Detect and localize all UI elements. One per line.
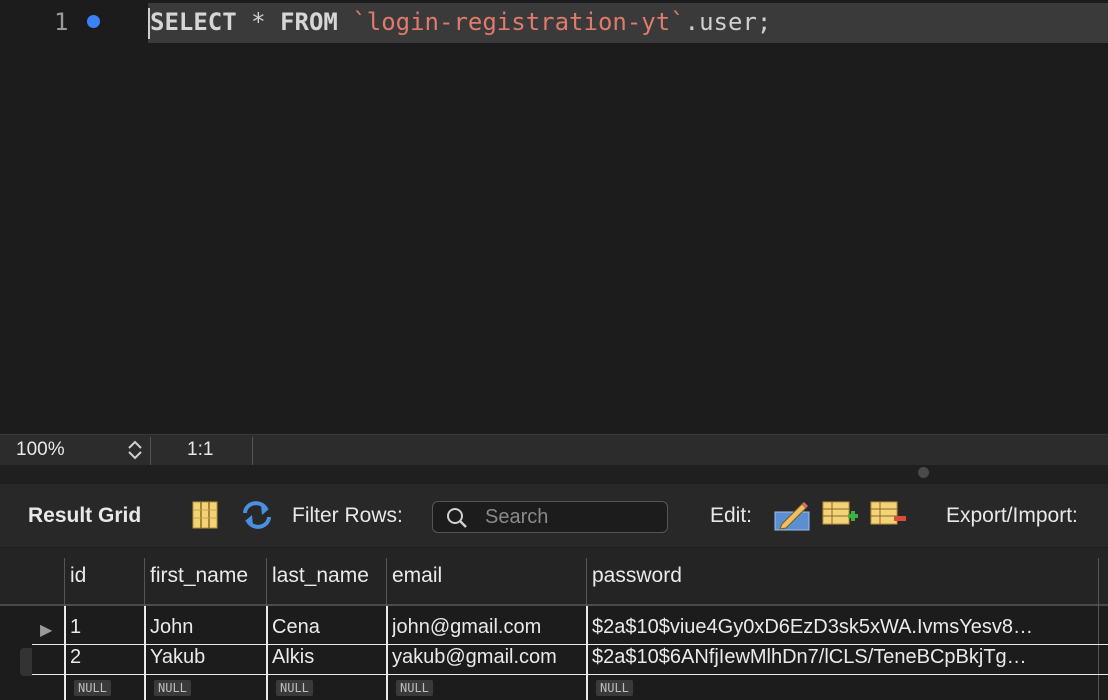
- sql-statement[interactable]: SELECT * FROM `login-registration-yt`.us…: [150, 8, 771, 36]
- column-header-password[interactable]: password: [592, 564, 682, 588]
- table-identifier: .user;: [684, 8, 772, 36]
- table-row[interactable]: 1 John Cena john@gmail.com $2a$10$viue4G…: [0, 614, 1108, 644]
- null-placeholder[interactable]: NULL: [276, 680, 313, 696]
- keyword-from: FROM: [280, 8, 338, 36]
- row-separator: [32, 674, 1108, 675]
- cell-id[interactable]: 2: [70, 646, 140, 669]
- status-divider: [252, 437, 253, 465]
- cell-email[interactable]: yakub@gmail.com: [392, 646, 582, 669]
- grid-view-icon[interactable]: [192, 501, 218, 535]
- null-placeholder[interactable]: NULL: [154, 680, 191, 696]
- null-placeholder[interactable]: NULL: [596, 680, 633, 696]
- refresh-icon[interactable]: [240, 500, 274, 536]
- cell-first-name[interactable]: Yakub: [150, 646, 262, 669]
- search-icon: [445, 506, 469, 536]
- result-toolbar: Result Grid Filter Rows: Edit:: [0, 484, 1108, 547]
- edit-label: Edit:: [710, 504, 753, 527]
- cell-last-name[interactable]: Cena: [272, 616, 382, 639]
- export-import-label: Export/Import:: [946, 504, 1078, 527]
- statement-marker-icon[interactable]: [87, 15, 100, 28]
- edit-row-icon[interactable]: [774, 498, 810, 538]
- null-placeholder[interactable]: NULL: [74, 680, 111, 696]
- cell-password[interactable]: $2a$10$viue4Gy0xD6EzD3sk5xWA.IvmsYesv8…: [592, 616, 1092, 639]
- grid-header-row: id first_name last_name email password: [0, 548, 1108, 606]
- column-header-last-name[interactable]: last_name: [272, 564, 369, 588]
- sql-space: [338, 8, 352, 36]
- zoom-stepper-icon[interactable]: [126, 438, 144, 468]
- cursor-position: 1:1: [187, 439, 214, 460]
- panel-splitter[interactable]: [0, 465, 1108, 483]
- sql-editor[interactable]: 1 SELECT * FROM `login-registration-yt`.…: [0, 0, 1108, 434]
- filter-rows-label: Filter Rows:: [292, 504, 403, 527]
- status-divider: [150, 437, 151, 465]
- cell-last-name[interactable]: Alkis: [272, 646, 382, 669]
- schema-identifier: `login-registration-yt`: [352, 8, 685, 36]
- cell-id[interactable]: 1: [70, 616, 140, 639]
- result-grid-title: Result Grid: [28, 504, 142, 527]
- editor-status-bar: 100% 1:1: [0, 434, 1108, 465]
- null-placeholder[interactable]: NULL: [396, 680, 433, 696]
- delete-row-icon[interactable]: [870, 500, 908, 534]
- table-row[interactable]: 2 Yakub Alkis yakub@gmail.com $2a$10$6AN…: [0, 644, 1108, 674]
- filter-search-input[interactable]: [485, 502, 660, 532]
- splitter-handle-icon[interactable]: [918, 467, 929, 478]
- column-header-id[interactable]: id: [70, 564, 86, 588]
- filter-search-box[interactable]: [432, 501, 668, 533]
- cell-password[interactable]: $2a$10$6ANfjIewMlhDn7/lCLS/TeneBCpBkjTg…: [592, 646, 1092, 669]
- keyword-select: SELECT: [150, 8, 237, 36]
- line-number: 1: [54, 8, 69, 36]
- cell-first-name[interactable]: John: [150, 616, 262, 639]
- add-row-icon[interactable]: [822, 500, 860, 534]
- cell-email[interactable]: john@gmail.com: [392, 616, 582, 639]
- sql-star: *: [236, 8, 281, 36]
- zoom-level: 100%: [16, 439, 65, 460]
- column-header-first-name[interactable]: first_name: [150, 564, 248, 588]
- column-header-email[interactable]: email: [392, 564, 442, 588]
- text-caret: [148, 8, 150, 39]
